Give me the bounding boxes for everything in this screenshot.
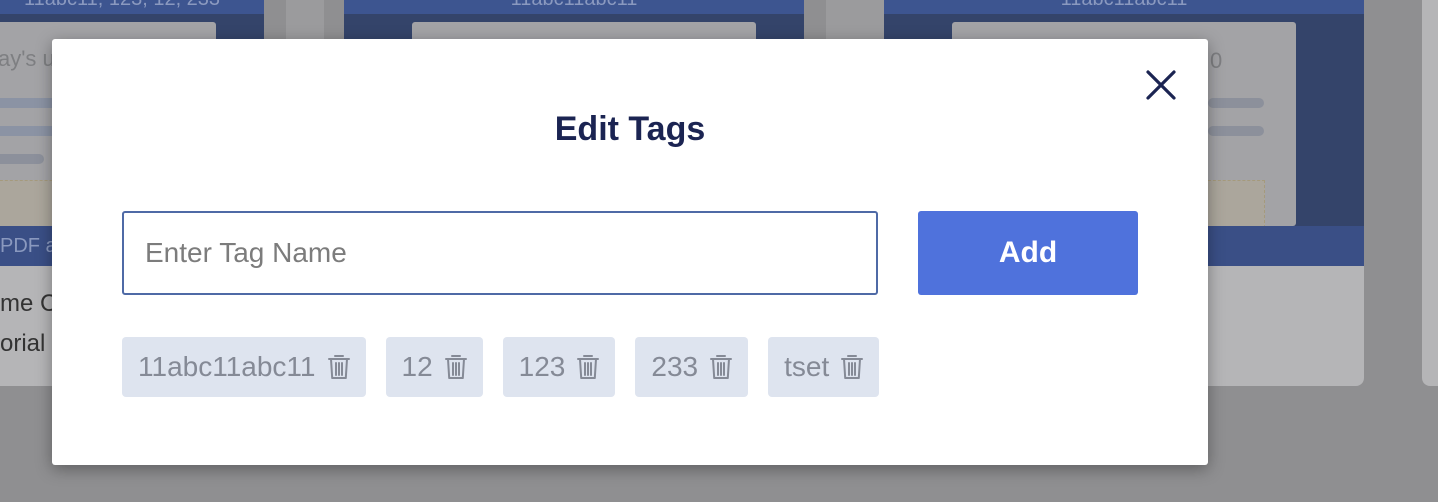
trash-icon[interactable] (841, 354, 864, 380)
thumbnail-line (1208, 98, 1264, 108)
trash-icon[interactable] (710, 354, 733, 380)
tag-label: 12 (401, 351, 433, 382)
tag-list: 11abc11abc11 12 123 233 tset (122, 337, 880, 397)
thumbnail-line (1208, 126, 1264, 136)
add-tag-button[interactable]: Add (918, 211, 1138, 295)
close-button[interactable] (1145, 69, 1177, 101)
card-title-line: orial (0, 330, 46, 357)
card-footer-text: PDF a (0, 235, 57, 257)
tag-label: 233 (651, 351, 699, 382)
card-thumbnail-text: 0 (1210, 48, 1223, 73)
tag-chip: 11abc11abc11 (122, 337, 366, 397)
card-title-line: me C (0, 290, 58, 317)
trash-icon[interactable] (444, 354, 467, 380)
tag-chip: 233 (635, 337, 749, 397)
trash-icon[interactable] (327, 354, 350, 380)
edit-tags-modal: Edit Tags Add 11abc11abc11 12 123 233 (52, 39, 1208, 465)
thumbnail-text-area: ay's u (0, 46, 55, 74)
tag-label: 123 (518, 351, 566, 382)
tag-chip: tset (768, 337, 880, 397)
card-thumbnail-footer (1208, 226, 1364, 266)
background-card-4 (1422, 0, 1438, 386)
card-thumbnail-text: ay's u (0, 46, 55, 71)
card-thumbnail-title: 11abc11abc11 (884, 0, 1364, 14)
card-thumbnail-title: 11abc11, 123, 12, 233 (0, 0, 264, 14)
trash-icon[interactable] (577, 354, 600, 380)
tag-label: 11abc11abc11 (138, 351, 316, 382)
tag-label: tset (784, 351, 830, 382)
tag-name-input[interactable] (122, 211, 878, 295)
close-icon (1146, 70, 1176, 100)
thumbnail-dashed-box (1208, 180, 1265, 228)
card-thumbnail-title: 11abc11abc11 (344, 0, 804, 14)
tag-chip: 12 (385, 337, 483, 397)
tag-chip: 123 (502, 337, 616, 397)
modal-title: Edit Tags (554, 110, 706, 148)
thumbnail-line (0, 154, 44, 164)
